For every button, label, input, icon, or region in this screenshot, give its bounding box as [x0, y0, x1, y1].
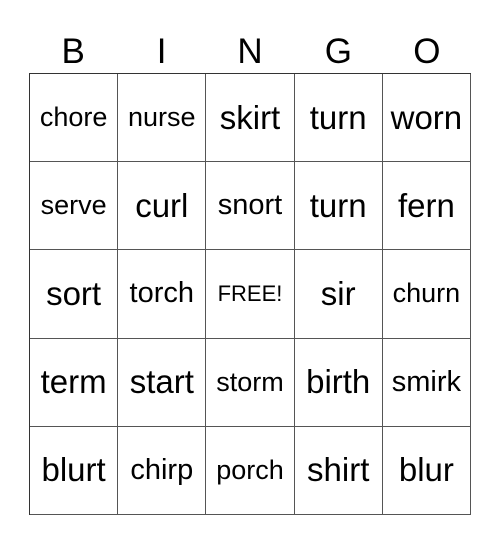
bingo-cell[interactable]: porch: [206, 426, 295, 515]
bingo-free-space[interactable]: FREE!: [206, 250, 295, 339]
bingo-cell[interactable]: start: [118, 338, 207, 427]
bingo-cell[interactable]: nurse: [118, 74, 207, 163]
header-letter-o: O: [413, 32, 441, 71]
bingo-cell[interactable]: churn: [382, 250, 471, 339]
bingo-cell[interactable]: torch: [118, 250, 207, 339]
bingo-cell[interactable]: turn: [294, 162, 383, 251]
bingo-cell[interactable]: blur: [382, 426, 471, 515]
header-letter-n: N: [237, 32, 263, 71]
bingo-cell[interactable]: sir: [294, 250, 383, 339]
bingo-card-grid: chore nurse skirt turn worn serve curl s…: [29, 73, 471, 515]
header-letter-b: B: [61, 32, 85, 71]
bingo-cell[interactable]: sort: [30, 250, 119, 339]
bingo-cell[interactable]: skirt: [206, 74, 295, 163]
bingo-cell[interactable]: shirt: [294, 426, 383, 515]
header-letter-g: G: [324, 32, 353, 71]
bingo-cell[interactable]: chirp: [118, 426, 207, 515]
bingo-cell[interactable]: fern: [382, 162, 471, 251]
bingo-cell[interactable]: serve: [30, 162, 119, 251]
bingo-cell[interactable]: term: [30, 338, 119, 427]
bingo-cell[interactable]: blurt: [30, 426, 119, 515]
bingo-header: B I N G O: [29, 30, 471, 73]
bingo-cell[interactable]: chore: [30, 74, 119, 163]
bingo-cell[interactable]: snort: [206, 162, 295, 251]
bingo-cell[interactable]: storm: [206, 338, 295, 427]
bingo-cell[interactable]: birth: [294, 338, 383, 427]
bingo-cell[interactable]: turn: [294, 74, 383, 163]
bingo-cell[interactable]: worn: [382, 74, 471, 163]
header-letter-i: I: [156, 32, 167, 71]
bingo-cell[interactable]: curl: [118, 162, 207, 251]
bingo-cell[interactable]: smirk: [382, 338, 471, 427]
